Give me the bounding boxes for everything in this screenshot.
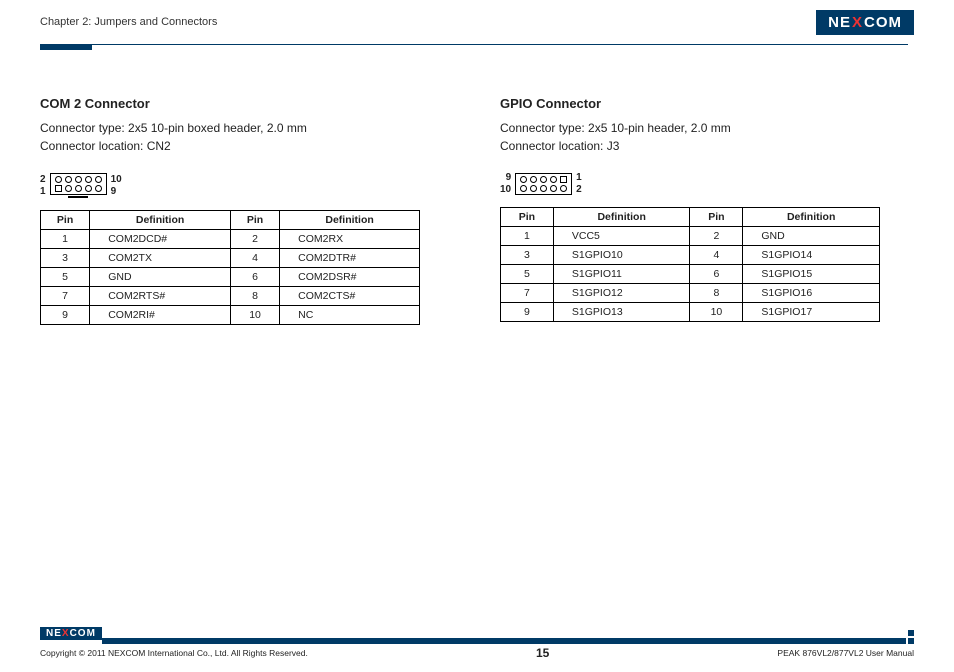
def-cell: COM2RTS# xyxy=(90,287,231,306)
logo-right: COM xyxy=(70,628,96,639)
diag-label: 1 xyxy=(40,187,46,197)
def-cell: S1GPIO16 xyxy=(743,284,880,303)
diag-label: 9 xyxy=(111,187,122,197)
pin-cell: 7 xyxy=(41,287,90,306)
def-cell: COM2DCD# xyxy=(90,230,231,249)
chapter-title: Chapter 2: Jumpers and Connectors xyxy=(40,16,217,28)
pin-cell: 6 xyxy=(230,268,279,287)
diag-label: 9 xyxy=(500,173,511,183)
def-cell: S1GPIO17 xyxy=(743,303,880,322)
pin-cell: 1 xyxy=(41,230,90,249)
logo-left: NE xyxy=(46,628,62,639)
th-pin: Pin xyxy=(690,208,743,227)
logo-x: X xyxy=(62,628,70,639)
def-cell: COM2RX xyxy=(280,230,420,249)
def-cell: S1GPIO11 xyxy=(553,265,690,284)
def-cell: COM2TX xyxy=(90,249,231,268)
th-pin: Pin xyxy=(501,208,554,227)
pin-cell: 7 xyxy=(501,284,554,303)
logo-x: X xyxy=(852,14,863,31)
def-cell: COM2CTS# xyxy=(280,287,420,306)
table-row: 5GND6COM2DSR# xyxy=(41,268,420,287)
def-cell: COM2DSR# xyxy=(280,268,420,287)
table-row: 5S1GPIO116S1GPIO15 xyxy=(501,265,880,284)
com2-pin-diagram: 2 1 10 9 xyxy=(40,173,440,198)
th-def: Definition xyxy=(743,208,880,227)
def-cell: VCC5 xyxy=(553,227,690,246)
def-cell: S1GPIO13 xyxy=(553,303,690,322)
pin-cell: 6 xyxy=(690,265,743,284)
gpio-type: Connector type: 2x5 10-pin header, 2.0 m… xyxy=(500,119,900,137)
table-row: 7COM2RTS#8COM2CTS# xyxy=(41,287,420,306)
pin-cell: 8 xyxy=(230,287,279,306)
def-cell: COM2RI# xyxy=(90,306,231,325)
diag-label: 10 xyxy=(500,185,511,195)
com2-pin-table: Pin Definition Pin Definition 1COM2DCD#2… xyxy=(40,210,420,325)
pin-cell: 10 xyxy=(230,306,279,325)
pin-cell: 4 xyxy=(690,246,743,265)
table-row: 3S1GPIO104S1GPIO14 xyxy=(501,246,880,265)
gpio-title: GPIO Connector xyxy=(500,96,900,111)
com2-title: COM 2 Connector xyxy=(40,96,440,111)
diag-label: 2 xyxy=(40,175,46,185)
com2-section: COM 2 Connector Connector type: 2x5 10-p… xyxy=(40,96,440,325)
gpio-location: Connector location: J3 xyxy=(500,137,900,155)
def-cell: GND xyxy=(743,227,880,246)
def-cell: S1GPIO10 xyxy=(553,246,690,265)
th-def: Definition xyxy=(280,211,420,230)
def-cell: NC xyxy=(280,306,420,325)
gpio-pin-diagram: 9 10 1 2 xyxy=(500,173,900,195)
com2-type: Connector type: 2x5 10-pin boxed header,… xyxy=(40,119,440,137)
pin-cell: 9 xyxy=(41,306,90,325)
table-row: 1VCC52GND xyxy=(501,227,880,246)
table-row: 9S1GPIO1310S1GPIO17 xyxy=(501,303,880,322)
pin-cell: 9 xyxy=(501,303,554,322)
page-footer: NEXCOM Copyright © 2011 NEXCOM Internati… xyxy=(40,630,914,660)
copyright: Copyright © 2011 NEXCOM International Co… xyxy=(40,648,308,658)
manual-name: PEAK 876VL2/877VL2 User Manual xyxy=(777,648,914,658)
pin-cell: 5 xyxy=(41,268,90,287)
logo-left: NE xyxy=(828,14,851,31)
pin-cell: 5 xyxy=(501,265,554,284)
def-cell: GND xyxy=(90,268,231,287)
footer-logo: NEXCOM xyxy=(40,627,102,640)
def-cell: S1GPIO12 xyxy=(553,284,690,303)
th-def: Definition xyxy=(90,211,231,230)
pin-cell: 3 xyxy=(501,246,554,265)
th-def: Definition xyxy=(553,208,690,227)
pin-cell: 8 xyxy=(690,284,743,303)
footer-end-icon xyxy=(900,630,914,644)
def-cell: S1GPIO15 xyxy=(743,265,880,284)
diag-label: 2 xyxy=(576,185,582,195)
def-cell: S1GPIO14 xyxy=(743,246,880,265)
pin-cell: 3 xyxy=(41,249,90,268)
page-number: 15 xyxy=(536,646,549,660)
diag-label: 1 xyxy=(576,173,582,183)
pin-cell: 2 xyxy=(230,230,279,249)
pin-cell: 2 xyxy=(690,227,743,246)
th-pin: Pin xyxy=(41,211,90,230)
def-cell: COM2DTR# xyxy=(280,249,420,268)
pin-cell: 1 xyxy=(501,227,554,246)
table-row: 7S1GPIO128S1GPIO16 xyxy=(501,284,880,303)
pin-cell: 10 xyxy=(690,303,743,322)
gpio-section: GPIO Connector Connector type: 2x5 10-pi… xyxy=(500,96,900,325)
nexcom-logo: NEXCOM xyxy=(816,10,914,35)
gpio-pin-table: Pin Definition Pin Definition 1VCC52GND3… xyxy=(500,207,880,322)
diag-label: 10 xyxy=(111,175,122,185)
header-rule xyxy=(40,38,914,56)
table-row: 9COM2RI#10NC xyxy=(41,306,420,325)
pin-cell: 4 xyxy=(230,249,279,268)
th-pin: Pin xyxy=(230,211,279,230)
table-row: 3COM2TX4COM2DTR# xyxy=(41,249,420,268)
com2-location: Connector location: CN2 xyxy=(40,137,440,155)
logo-right: COM xyxy=(864,14,902,31)
table-row: 1COM2DCD#2COM2RX xyxy=(41,230,420,249)
